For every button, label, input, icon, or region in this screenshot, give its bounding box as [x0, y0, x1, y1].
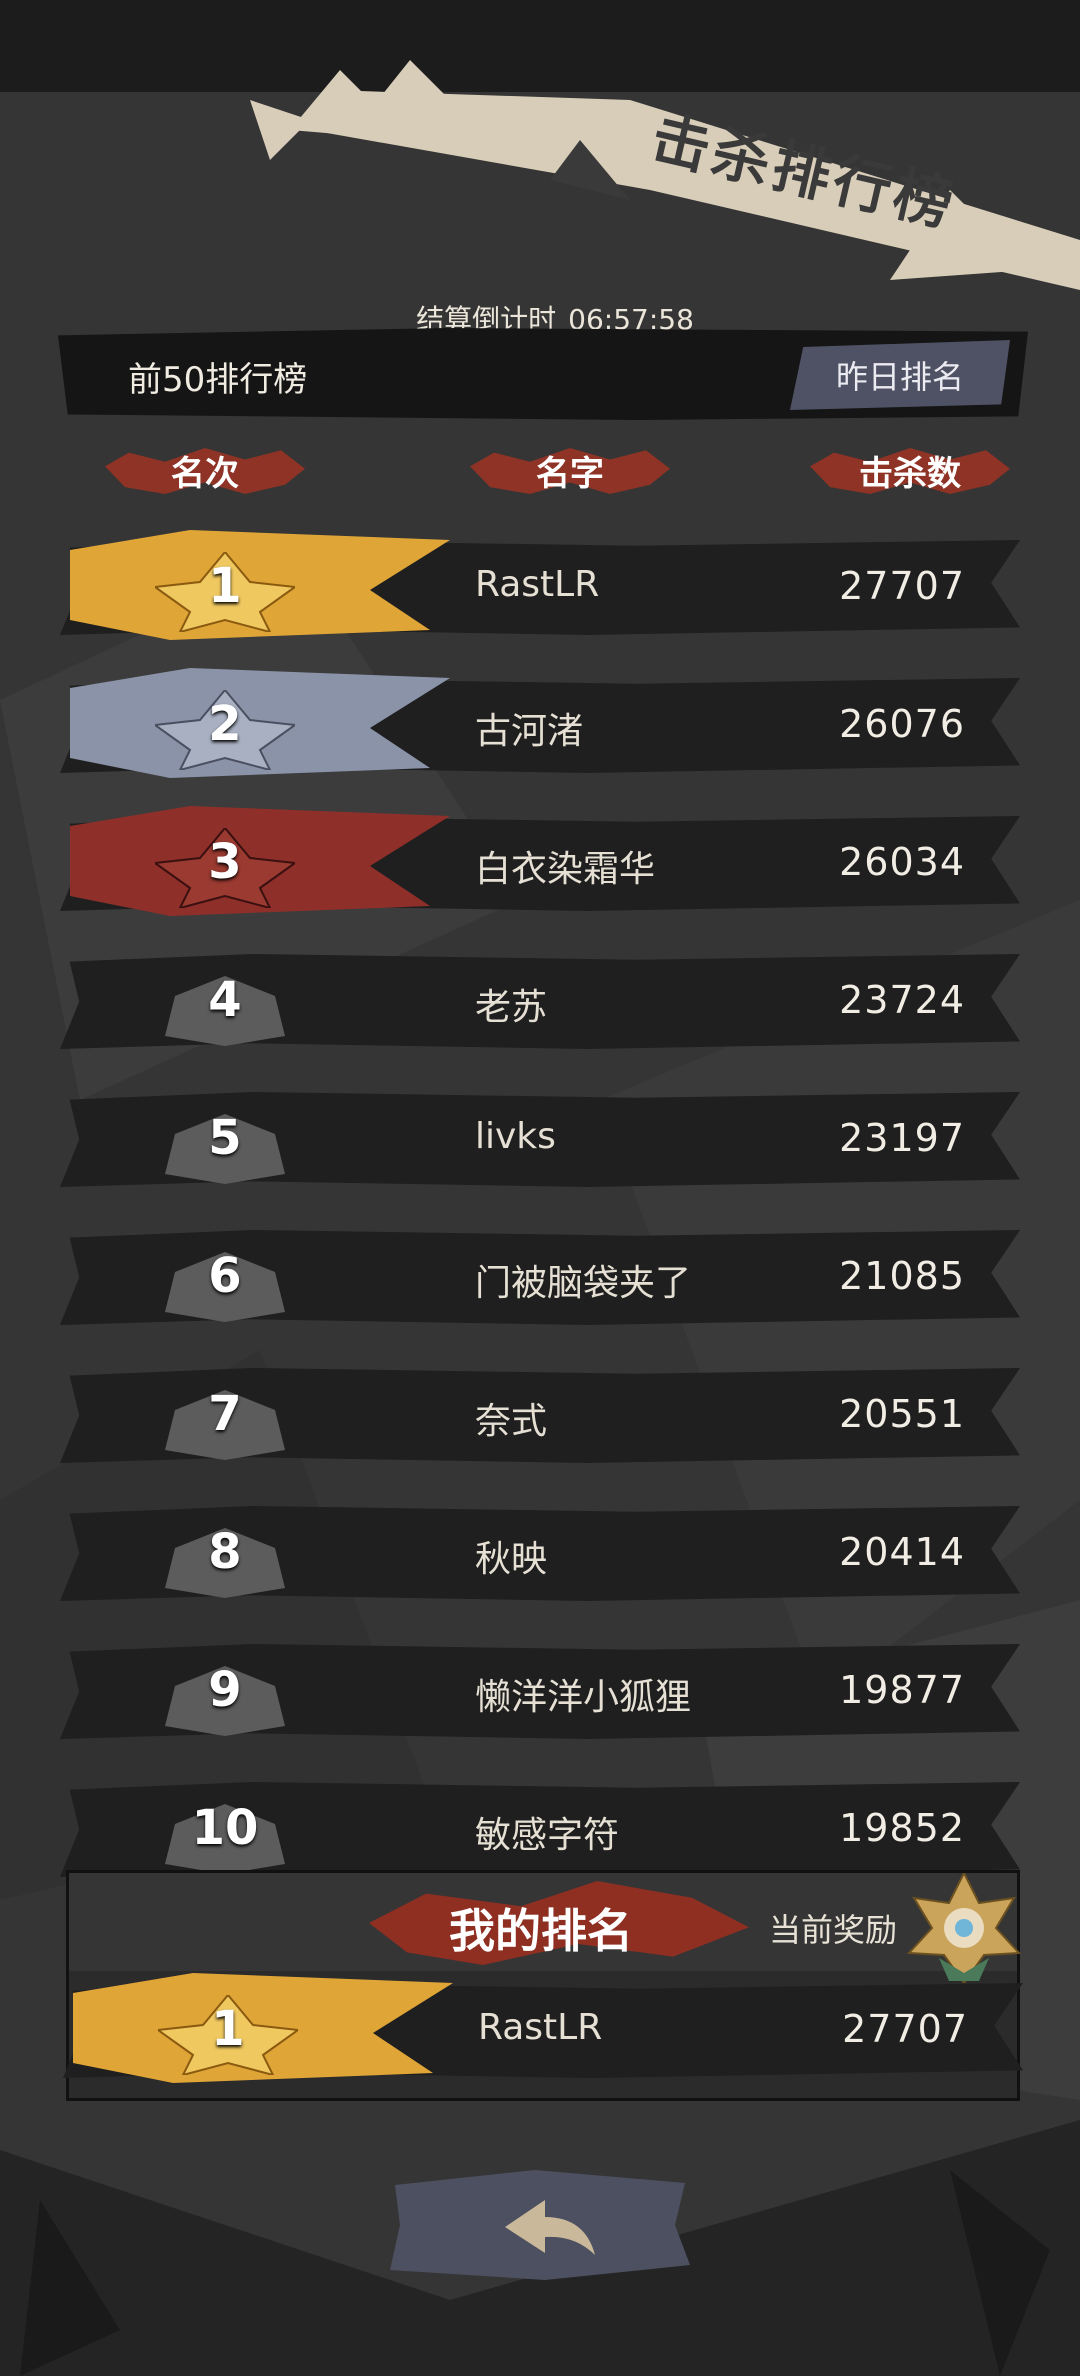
kill-count: 26034 — [839, 840, 965, 884]
player-name: RastLR — [475, 564, 600, 605]
my-rank-panel: 我的排名 当前奖励 1 RastLR 27707 — [63, 1870, 1023, 2101]
player-name: 懒洋洋小狐狸 — [475, 1677, 692, 1718]
leaderboard-row[interactable]: 8 秋映 20414 — [60, 1496, 1020, 1606]
player-name: 奈式 — [475, 1401, 548, 1442]
player-name: 门被脑袋夹了 — [475, 1263, 692, 1304]
rank-number: 4 — [208, 972, 242, 1028]
column-header-kills: 击杀数 — [810, 440, 1010, 500]
player-name: 老苏 — [475, 987, 548, 1028]
leaderboard-row[interactable]: 5 livks 23197 — [60, 1082, 1020, 1192]
rank-number: 1 — [211, 2001, 245, 2057]
leaderboard-row[interactable]: 10 敏感字符 19852 — [60, 1772, 1020, 1882]
yesterday-rank-button[interactable]: 昨日排名 — [790, 340, 1010, 410]
current-reward-label: 当前奖励 — [769, 1911, 898, 1949]
kill-count: 19877 — [839, 1668, 965, 1712]
kill-count: 20414 — [839, 1530, 965, 1574]
kill-count: 27707 — [842, 2007, 968, 2051]
leaderboard-row[interactable]: 3 白衣染霜华 26034 — [60, 806, 1020, 916]
back-button[interactable] — [385, 2165, 695, 2285]
column-header-name: 名字 — [470, 440, 670, 500]
player-name: 古河渚 — [475, 711, 584, 752]
my-rank-title-bar: 我的排名 当前奖励 — [69, 1873, 1022, 1983]
leaderboard-row[interactable]: 4 老苏 23724 — [60, 944, 1020, 1054]
leaderboard-row[interactable]: 6 门被脑袋夹了 21085 — [60, 1220, 1020, 1330]
rank-number: 7 — [208, 1386, 242, 1442]
leaderboard-row[interactable]: 9 懒洋洋小狐狸 19877 — [60, 1634, 1020, 1744]
leaderboard-row[interactable]: 2 古河渚 26076 — [60, 668, 1020, 778]
kill-count: 20551 — [839, 1392, 965, 1436]
rank-number: 6 — [208, 1248, 242, 1304]
player-name: 秋映 — [475, 1539, 548, 1580]
my-rank-title: 我的排名 — [449, 1904, 633, 1958]
player-name: RastLR — [478, 2007, 603, 2048]
rank-number: 9 — [208, 1662, 242, 1718]
kill-count: 21085 — [839, 1254, 965, 1298]
leaderboard-row[interactable]: 7 奈式 20551 — [60, 1358, 1020, 1468]
rank-number: 8 — [208, 1524, 242, 1580]
rank-number: 2 — [208, 696, 242, 752]
column-header-rank: 名次 — [105, 440, 305, 500]
leaderboard-row[interactable]: 1 RastLR 27707 — [60, 530, 1020, 640]
kill-count: 27707 — [839, 564, 965, 608]
board-label: 前50排行榜 — [128, 360, 308, 400]
kill-count: 26076 — [839, 702, 965, 746]
rank-number: 10 — [191, 1800, 259, 1856]
reward-medal-icon[interactable] — [904, 1873, 1024, 1983]
rank-number: 1 — [208, 558, 242, 614]
rank-number: 3 — [208, 834, 242, 890]
player-name: 敏感字符 — [475, 1815, 620, 1856]
rank-number: 5 — [208, 1110, 242, 1166]
player-name: 白衣染霜华 — [475, 849, 656, 890]
kill-count: 23197 — [839, 1116, 965, 1160]
kill-count: 23724 — [839, 978, 965, 1022]
player-name: livks — [475, 1116, 556, 1157]
my-rank-row[interactable]: 1 RastLR 27707 — [63, 1973, 1023, 2083]
kill-count: 19852 — [839, 1806, 965, 1850]
